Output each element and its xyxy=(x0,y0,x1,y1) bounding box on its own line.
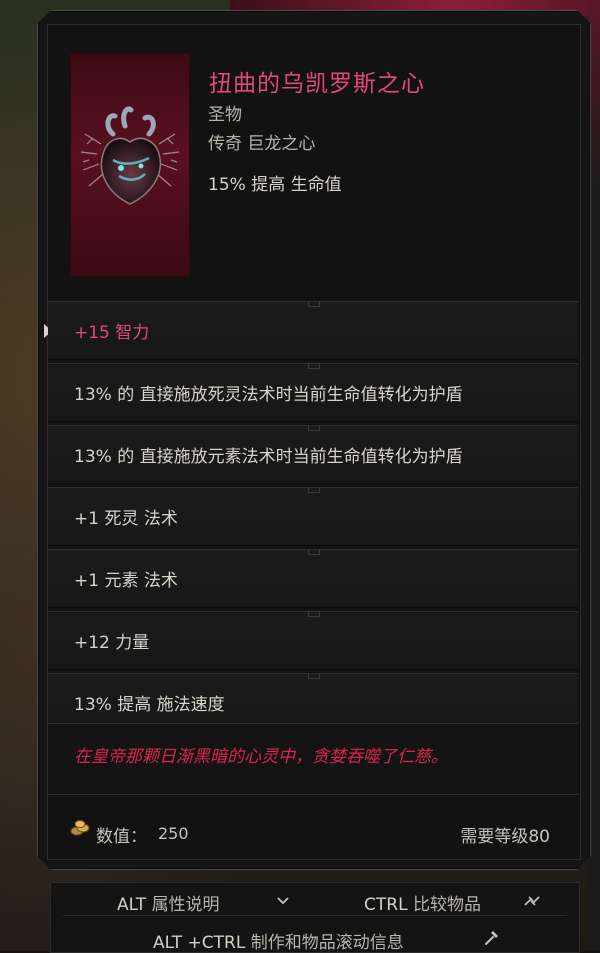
affix-text: 13% 提高 施法速度 xyxy=(74,695,225,715)
flavor-section: 在皇帝那颗日渐黑暗的心灵中，贪婪吞噬了仁慈。 xyxy=(48,723,578,795)
item-name: 扭曲的乌凯罗斯之心 xyxy=(209,71,425,97)
hotkey-bar: ALT 属性说明 CTRL 比较物品 ALT +CTRL 制作和物品滚动信息 xyxy=(50,882,580,953)
hotkey-divider xyxy=(63,915,567,916)
item-value: 250 xyxy=(158,824,189,843)
affix-text: 13% 的 直接施放元素法术时当前生命值转化为护盾 xyxy=(74,447,463,467)
altctrl-key-label: ALT +CTRL xyxy=(153,933,246,953)
affix-row[interactable]: +1 死灵 法术 xyxy=(48,487,578,546)
twisted-heart-icon xyxy=(80,106,180,205)
level-requirement: 需要等级80 xyxy=(460,827,550,847)
affix-text: +1 元素 法术 xyxy=(74,571,178,591)
alt-key-label: ALT xyxy=(117,895,147,915)
hotkey-ctrl[interactable]: CTRL 比较物品 xyxy=(364,890,481,915)
chevron-down-icon xyxy=(277,897,289,905)
hammer-icon xyxy=(485,931,498,945)
item-footer: 数值： 250 需要等级80 xyxy=(48,800,578,858)
affix-row[interactable]: 13% 的 直接施放死灵法术时当前生命值转化为护盾 xyxy=(48,363,578,422)
affix-list: +15 智力 13% 的 直接施放死灵法术时当前生命值转化为护盾 13% 的 直… xyxy=(48,301,578,735)
affix-row[interactable]: +12 力量 xyxy=(48,611,578,670)
alt-action-label: 属性说明 xyxy=(151,895,220,915)
item-art xyxy=(70,53,190,277)
item-type: 圣物 xyxy=(208,105,242,125)
ctrl-action-label: 比较物品 xyxy=(412,895,481,915)
altctrl-action-label: 制作和物品滚动信息 xyxy=(250,933,404,953)
affix-text: +1 死灵 法术 xyxy=(74,509,178,529)
flavor-text: 在皇帝那颗日渐黑暗的心灵中，贪婪吞噬了仁慈。 xyxy=(74,747,448,767)
compare-icon xyxy=(524,896,540,906)
affix-text: +12 力量 xyxy=(74,633,150,653)
implicit-stat: 15% 提高 生命值 xyxy=(208,175,342,195)
value-label: 数值： xyxy=(96,827,147,847)
hotkey-alt-ctrl[interactable]: ALT +CTRL 制作和物品滚动信息 xyxy=(153,928,404,953)
affix-row[interactable]: 13% 的 直接施放元素法术时当前生命值转化为护盾 xyxy=(48,425,578,484)
affix-text: +15 智力 xyxy=(74,323,150,343)
affix-row[interactable]: +15 智力 xyxy=(48,301,578,360)
item-rarity: 传奇 巨龙之心 xyxy=(208,134,316,154)
gold-coin-icon xyxy=(70,820,90,836)
affix-text: 13% 的 直接施放死灵法术时当前生命值转化为护盾 xyxy=(74,385,463,405)
affix-row[interactable]: +1 元素 法术 xyxy=(48,549,578,608)
ctrl-key-label: CTRL xyxy=(364,895,408,915)
hotkey-alt[interactable]: ALT 属性说明 xyxy=(117,890,220,915)
